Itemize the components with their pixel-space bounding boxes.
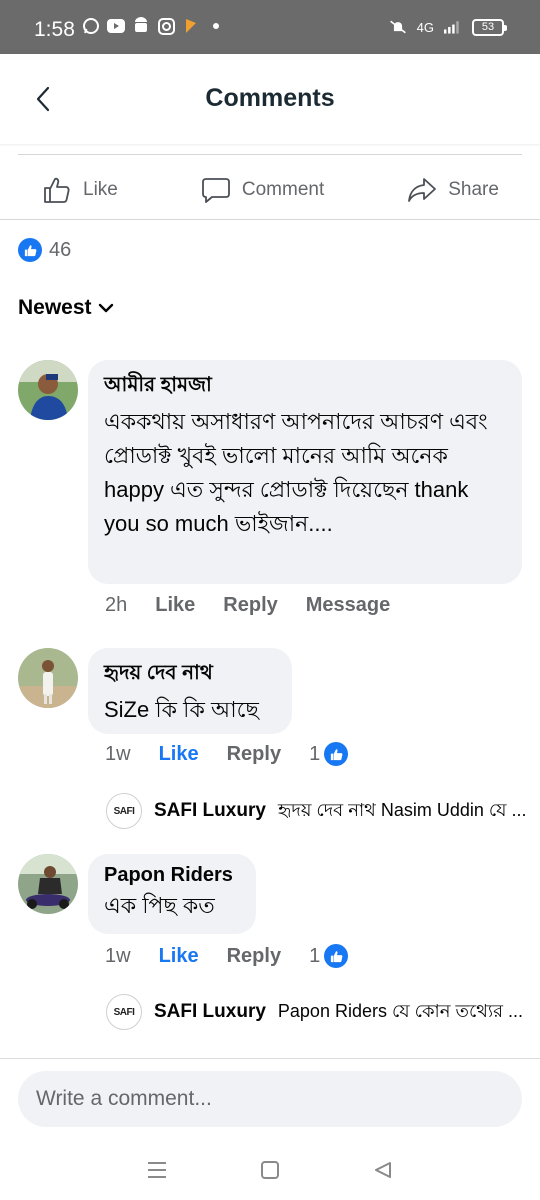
- status-bar: 1:58 4G 53: [0, 0, 540, 54]
- page-logo: SAFI: [106, 994, 142, 1030]
- share-button[interactable]: Share: [394, 174, 511, 206]
- reply-text: Papon Riders যে কোন তথ্যের ...: [277, 1000, 524, 1021]
- comment-actions: 2h Like Reply Message: [105, 594, 390, 617]
- system-nav-bar: [0, 1140, 540, 1200]
- chevron-down-icon: [98, 303, 113, 313]
- like-reaction-icon: [324, 944, 349, 968]
- comment-like-button[interactable]: Like: [155, 594, 195, 617]
- comment-item: আমীর হামজা এককথায় অসাধারণ আপনাদের আচরণ …: [18, 360, 522, 620]
- comment-author[interactable]: Papon Riders: [104, 864, 240, 887]
- instagram-icon: [157, 17, 175, 35]
- reply-preview[interactable]: SAFI SAFI Luxury Papon Riders যে কোন তথ্…: [106, 994, 523, 1030]
- reaction-count: 46: [49, 238, 72, 261]
- whatsapp-icon: [82, 17, 100, 35]
- status-time: 1:58: [34, 18, 75, 41]
- speech-bubble-icon: [201, 177, 230, 203]
- comment-bubble[interactable]: হৃদয় দেব নাথ SiZe কি কি আছে: [88, 648, 292, 734]
- comment-item: হৃদয় দেব নাথ SiZe কি কি আছে 1w Like Rep…: [18, 648, 527, 838]
- system-icons: 4G 53: [389, 18, 507, 36]
- comment-text: এক পিছ কত: [104, 893, 215, 918]
- comment-author[interactable]: হৃদয় দেব নাথ: [104, 658, 276, 691]
- comment-reply-button[interactable]: Reply: [223, 594, 277, 617]
- sort-label: Newest: [18, 296, 92, 319]
- comment-like-button[interactable]: Like: [159, 945, 199, 968]
- square-icon: [260, 1161, 279, 1179]
- triangle-back-icon: [375, 1162, 392, 1178]
- share-arrow-icon: [408, 177, 437, 202]
- avatar[interactable]: [18, 360, 78, 420]
- home-nav-button[interactable]: [255, 1155, 285, 1185]
- divider: [18, 154, 522, 155]
- comment-bubble[interactable]: Papon Riders এক পিছ কত: [88, 854, 256, 934]
- comment-reply-button[interactable]: Reply: [227, 743, 281, 766]
- comment-button[interactable]: Comment: [188, 174, 336, 206]
- thumbs-up-icon: [44, 177, 70, 203]
- comment-label: Comment: [241, 178, 325, 200]
- share-label: Share: [448, 178, 499, 200]
- like-button[interactable]: Like: [29, 174, 130, 206]
- reply-preview[interactable]: SAFI SAFI Luxury হৃদয় দেব নাথ Nasim Udd…: [106, 793, 527, 829]
- youtube-icon: [107, 17, 125, 35]
- comment-bubble[interactable]: আমীর হামজা এককথায় অসাধারণ আপনাদের আচরণ …: [88, 360, 522, 584]
- signal-icon: [444, 18, 462, 36]
- comment-reaction-count: 1: [309, 742, 321, 765]
- comment-reaction-summary[interactable]: 1: [309, 944, 349, 968]
- comment-author[interactable]: আমীর হামজা: [104, 370, 506, 403]
- reaction-summary[interactable]: 46: [18, 238, 71, 262]
- like-label: Like: [83, 178, 118, 200]
- comment-text: SiZe কি কি আছে: [104, 697, 259, 722]
- comment-text: এককথায় অসাধারণ আপনাদের আচরণ এবং প্রোডাক…: [104, 409, 488, 536]
- menu-nav-button[interactable]: [142, 1155, 172, 1185]
- battery-indicator: 53: [472, 18, 507, 36]
- notification-icons: [82, 17, 225, 35]
- comment-actions: 1w Like Reply 1: [105, 742, 349, 766]
- mute-icon: [389, 18, 407, 36]
- page-title: Comments: [205, 84, 335, 112]
- comment-composer: [0, 1058, 540, 1140]
- reply-author: SAFI Luxury: [154, 800, 266, 821]
- comment-time: 1w: [105, 944, 131, 967]
- reply-author: SAFI Luxury: [154, 1001, 266, 1022]
- comment-reaction-summary[interactable]: 1: [309, 742, 349, 766]
- comment-reaction-count: 1: [309, 944, 321, 967]
- page-logo: SAFI: [106, 793, 142, 829]
- reply-text: হৃদয় দেব নাথ Nasim Uddin যে ...: [277, 799, 527, 820]
- android-icon: [132, 17, 150, 35]
- network-type: 4G: [416, 19, 434, 35]
- like-reaction-icon: [18, 238, 42, 262]
- dot-icon: [207, 17, 225, 35]
- sort-dropdown[interactable]: Newest: [18, 296, 114, 320]
- comment-message-button[interactable]: Message: [306, 594, 391, 617]
- comment-reply-button[interactable]: Reply: [227, 945, 281, 968]
- comment-time: 1w: [105, 742, 131, 765]
- comment-input[interactable]: [18, 1071, 522, 1127]
- avatar[interactable]: [18, 854, 78, 914]
- comment-like-button[interactable]: Like: [159, 743, 199, 766]
- app-notification-icon: [182, 17, 200, 35]
- comments-header: Comments: [0, 54, 540, 144]
- comment-actions: 1w Like Reply 1: [105, 944, 349, 968]
- avatar[interactable]: [18, 648, 78, 708]
- comment-item: Papon Riders এক পিছ কত 1w Like Reply 1 S…: [18, 854, 523, 1034]
- post-action-bar: Like Comment Share: [0, 160, 540, 220]
- like-reaction-icon: [324, 742, 349, 766]
- menu-icon: [147, 1162, 166, 1178]
- back-nav-button[interactable]: [368, 1155, 398, 1185]
- comment-time: 2h: [105, 594, 128, 616]
